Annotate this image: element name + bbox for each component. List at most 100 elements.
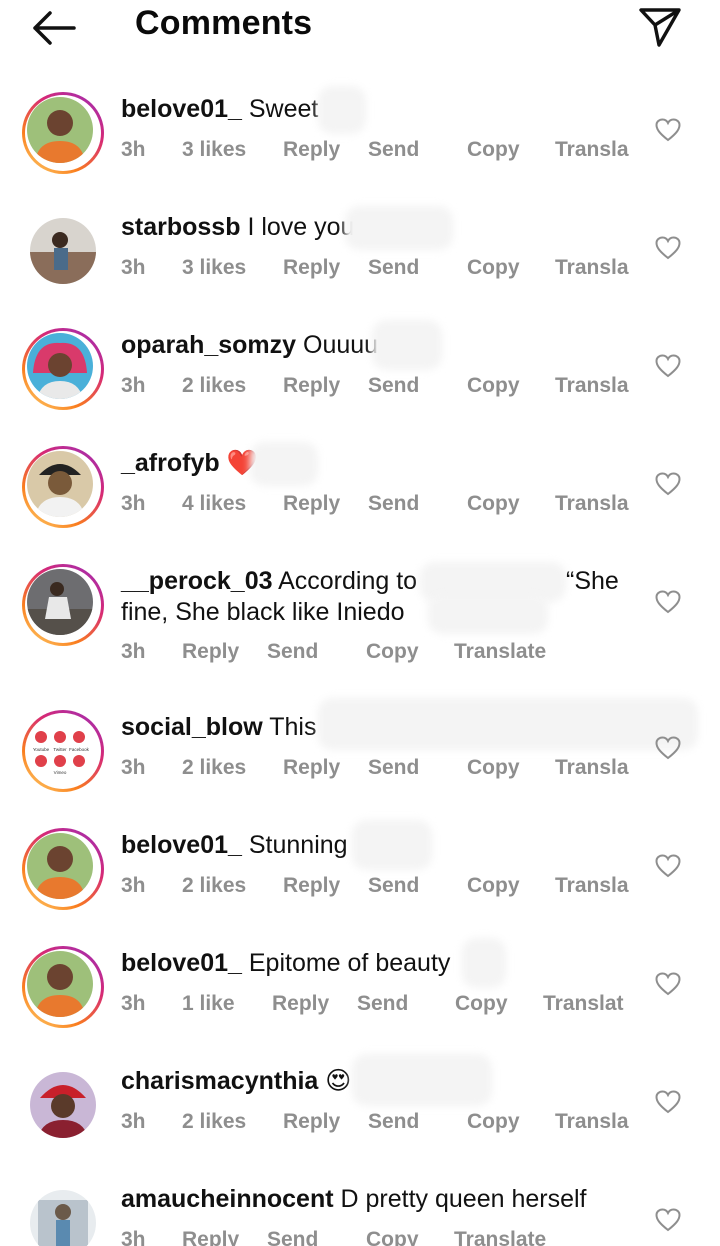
comment-username[interactable]: oparah_somzy [121, 331, 296, 359]
copy-button[interactable]: Copy [366, 640, 419, 664]
reply-button[interactable]: Reply [182, 640, 239, 664]
heart-icon[interactable] [655, 1090, 681, 1114]
comment-username[interactable]: belove01_ [121, 95, 242, 123]
avatar[interactable] [22, 210, 104, 292]
comment-text: Epitome of beauty [248, 949, 451, 977]
translate-button[interactable]: Translate [454, 640, 546, 664]
heart-icon[interactable] [655, 1208, 681, 1232]
app-header: Comments [0, 0, 720, 56]
send-button[interactable]: Send [368, 256, 419, 280]
likes-count[interactable]: 4 likes [182, 492, 246, 516]
avatar[interactable] [22, 1182, 104, 1246]
copy-button[interactable]: Copy [467, 1110, 520, 1134]
send-button[interactable]: Send [357, 992, 408, 1016]
copy-button[interactable]: Copy [467, 374, 520, 398]
send-button[interactable]: Send [368, 874, 419, 898]
heart-icon[interactable] [655, 590, 681, 614]
copy-button[interactable]: Copy [467, 138, 520, 162]
comment-time: 3h [121, 138, 146, 161]
avatar[interactable]: Youtube Twitter Facebook Vimeo [22, 710, 104, 792]
send-button[interactable]: Send [368, 756, 419, 780]
copy-button[interactable]: Copy [467, 874, 520, 898]
translate-button[interactable]: Transla [555, 374, 629, 398]
translate-button[interactable]: Transla [555, 756, 629, 780]
paper-plane-icon[interactable] [637, 6, 683, 48]
reply-button[interactable]: Reply [283, 374, 340, 398]
translate-button[interactable]: Transla [555, 138, 629, 162]
avatar[interactable] [22, 446, 104, 528]
heart-icon[interactable] [655, 354, 681, 378]
likes-count[interactable]: 3 likes [182, 138, 246, 162]
send-button[interactable]: Send [368, 492, 419, 516]
social-label: Twitter [53, 747, 67, 752]
send-button[interactable]: Send [368, 138, 419, 162]
send-button[interactable]: Send [368, 1110, 419, 1134]
copy-button[interactable]: Copy [467, 492, 520, 516]
send-button[interactable]: Send [267, 640, 318, 664]
reply-button[interactable]: Reply [283, 138, 340, 162]
reply-button[interactable]: Reply [283, 756, 340, 780]
translate-button[interactable]: Transla [555, 492, 629, 516]
comment-username[interactable]: amaucheinnocent [121, 1185, 334, 1213]
comment-text: Sweet [248, 95, 319, 123]
comment-text: This [269, 713, 317, 741]
heart-icon[interactable] [655, 854, 681, 878]
likes-count[interactable]: 2 likes [182, 374, 246, 398]
send-button[interactable]: Send [267, 1228, 318, 1246]
social-label: Youtube [33, 747, 50, 752]
copy-button[interactable]: Copy [455, 992, 508, 1016]
heart-icon[interactable] [655, 472, 681, 496]
reply-button[interactable]: Reply [283, 492, 340, 516]
reply-button[interactable]: Reply [283, 874, 340, 898]
copy-button[interactable]: Copy [467, 256, 520, 280]
avatar[interactable] [22, 564, 104, 646]
heart-icon[interactable] [655, 736, 681, 760]
likes-count[interactable]: 3 likes [182, 256, 246, 280]
comment-username[interactable]: _afrofyb [121, 449, 220, 477]
arrow-left-icon[interactable] [30, 8, 76, 48]
comment-username[interactable]: social_blow [121, 713, 263, 741]
page-title: Comments [135, 4, 313, 42]
translate-button[interactable]: Translat [543, 992, 624, 1016]
avatar[interactable] [22, 946, 104, 1028]
heart-icon[interactable] [655, 972, 681, 996]
likes-count[interactable]: 2 likes [182, 756, 246, 780]
translate-button[interactable]: Transla [555, 256, 629, 280]
heart-icon[interactable] [655, 118, 681, 142]
social-label: Vimeo [54, 770, 67, 775]
avatar[interactable] [22, 828, 104, 910]
comment-time: 3h [121, 1228, 146, 1246]
comment-text: Ouuuu [303, 331, 379, 359]
copy-button[interactable]: Copy [366, 1228, 419, 1246]
likes-count[interactable]: 2 likes [182, 874, 246, 898]
translate-button[interactable]: Transla [555, 874, 629, 898]
social-label: Facebook [69, 747, 90, 752]
avatar[interactable] [22, 92, 104, 174]
comment-time: 3h [121, 492, 146, 515]
copy-button[interactable]: Copy [467, 756, 520, 780]
comment-text: 😍 [325, 1067, 352, 1095]
translate-button[interactable]: Transla [555, 1110, 629, 1134]
comment-username[interactable]: belove01_ [121, 831, 242, 859]
heart-icon[interactable] [655, 236, 681, 260]
comment-item: amaucheinnocent D pretty queen herself 3… [0, 1180, 720, 1246]
reply-button[interactable]: Reply [272, 992, 329, 1016]
comment-text: D pretty queen herself [340, 1185, 587, 1213]
avatar[interactable] [22, 1064, 104, 1146]
comment-username[interactable]: belove01_ [121, 949, 242, 977]
comment-username[interactable]: __perock_03 [121, 567, 273, 595]
translate-button[interactable]: Translate [454, 1228, 546, 1246]
send-button[interactable]: Send [368, 374, 419, 398]
reply-button[interactable]: Reply [283, 1110, 340, 1134]
reply-button[interactable]: Reply [283, 256, 340, 280]
likes-count[interactable]: 1 like [182, 992, 235, 1016]
comment-text-line2: fine, She black like Iniedo [121, 598, 405, 626]
comment-text-quote: “She [566, 567, 619, 595]
reply-button[interactable]: Reply [182, 1228, 239, 1246]
likes-count[interactable]: 2 likes [182, 1110, 246, 1134]
comment-time: 3h [121, 756, 146, 779]
avatar[interactable] [22, 328, 104, 410]
comment-username[interactable]: starbossb [121, 213, 240, 241]
comment-text: I love you [247, 213, 355, 241]
comment-username[interactable]: charismacynthia [121, 1067, 318, 1095]
